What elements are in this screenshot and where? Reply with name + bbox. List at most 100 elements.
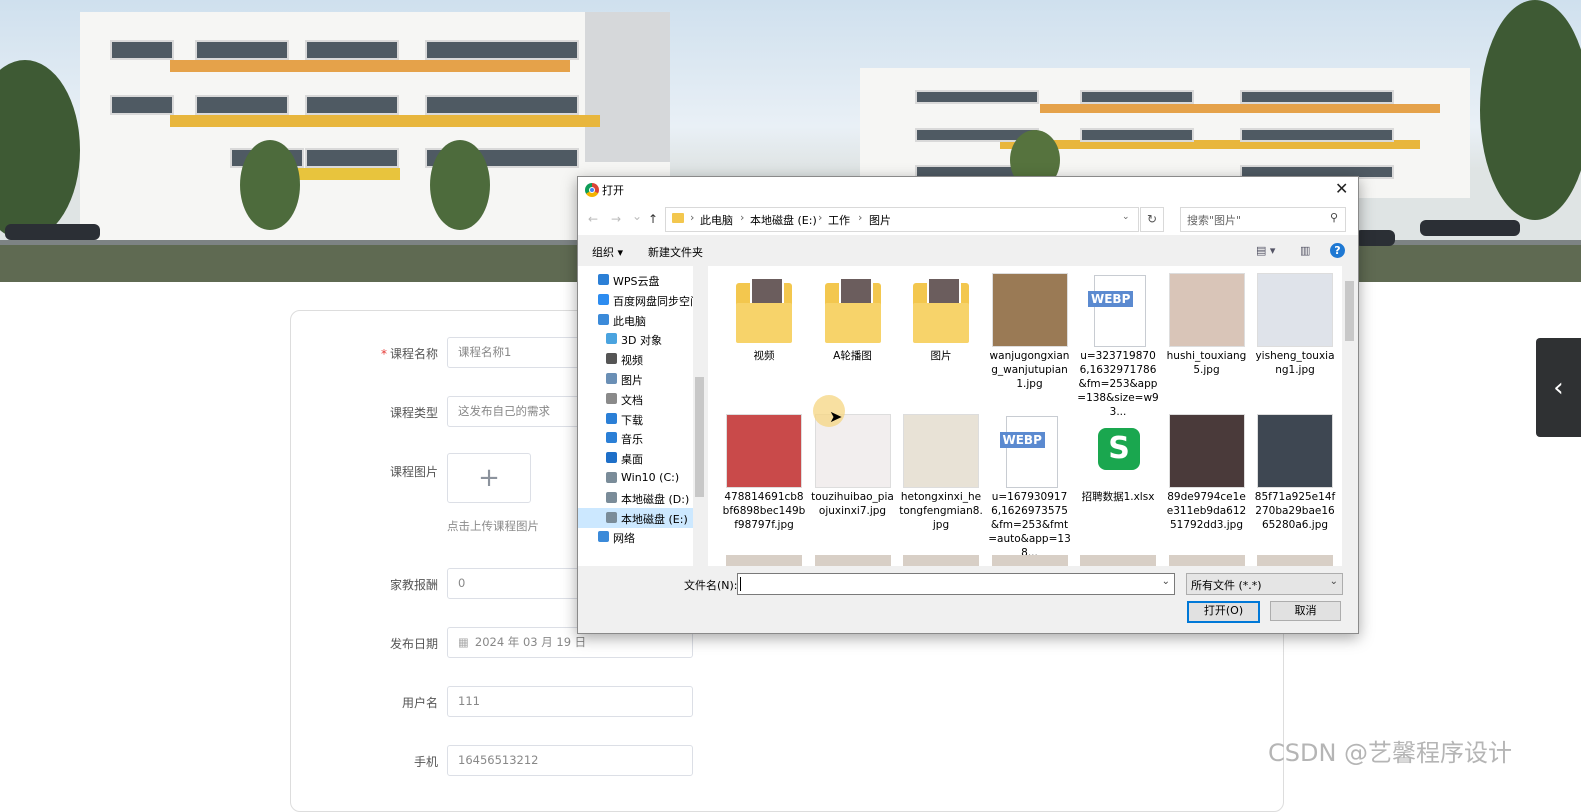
tree-item-label: 3D 对象 — [621, 334, 662, 348]
back-arrow-icon[interactable]: ← — [588, 212, 598, 226]
folder-icon — [903, 273, 979, 347]
preview-pane-icon[interactable]: ▥ — [1300, 244, 1310, 257]
cancel-button[interactable]: 取消 — [1270, 601, 1341, 621]
new-folder-button[interactable]: 新建文件夹 — [648, 244, 703, 260]
course-name-label: * 课程名称 — [380, 347, 438, 361]
video-icon — [606, 353, 617, 365]
webp-file-icon: WEBP — [992, 414, 1068, 488]
tree-item[interactable]: Win10 (C:) — [578, 468, 706, 488]
phone-input[interactable]: 16456513212 — [447, 745, 693, 776]
chevron-down-icon: ⌄ — [1329, 576, 1338, 587]
tree-item[interactable]: 百度网盘同步空间 — [578, 290, 706, 310]
tree-item[interactable]: 桌面 — [578, 448, 706, 468]
file-name: wanjugongxiang_wanjutupian1.jpg — [989, 350, 1070, 390]
image-thumbnail[interactable] — [726, 555, 802, 566]
filename-input[interactable]: ⌄ — [737, 573, 1175, 595]
image-thumbnail[interactable] — [991, 555, 1068, 566]
side-collapse-tab[interactable]: ‹ — [1536, 338, 1581, 437]
chevron-down-icon[interactable]: ⌄ — [1162, 576, 1170, 587]
file-name: 85f71a925e14f270ba29bae1665280a6.jpg — [1254, 491, 1336, 531]
organize-button[interactable]: 组织 ▾ — [592, 244, 623, 260]
tree-item[interactable]: 3D 对象 — [578, 329, 706, 349]
breadcrumb-work[interactable]: 工作 — [828, 212, 850, 228]
cube-icon — [606, 333, 617, 345]
close-icon[interactable]: ✕ — [1335, 179, 1348, 198]
publish-date-label: 发布日期 — [389, 637, 438, 651]
tree-item-label: 文档 — [621, 393, 643, 407]
forward-arrow-icon[interactable]: → — [611, 212, 621, 226]
tutor-pay-label: 家教报酬 — [389, 578, 438, 592]
tree-item-label: 百度网盘同步空间 — [613, 294, 701, 308]
file-name: yisheng_touxiang1.jpg — [1255, 350, 1335, 376]
image-thumbnail[interactable] — [1168, 555, 1245, 566]
search-icon: ⚲ — [1330, 211, 1339, 224]
tree-item[interactable]: 本地磁盘 (E:) — [578, 507, 706, 528]
filename-label: 文件名(N): — [684, 579, 738, 592]
tree-item-label: 桌面 — [621, 453, 643, 467]
cloud-icon — [598, 274, 609, 285]
tree-item[interactable]: WPS云盘 — [578, 270, 706, 290]
calendar-icon: ▦ — [458, 635, 469, 649]
tree-item[interactable]: 视频 — [578, 349, 706, 369]
file-name: 视频 — [753, 350, 775, 362]
file-name: 招聘数据1.xlsx — [1081, 491, 1155, 503]
tree-item-label: 本地磁盘 (E:) — [621, 512, 688, 526]
tree-item[interactable]: 下载 — [578, 409, 706, 429]
drive-icon — [606, 511, 617, 523]
chrome-icon — [585, 183, 599, 197]
open-button[interactable]: 打开(O) — [1187, 601, 1260, 623]
tree-item[interactable]: 本地磁盘 (D:) — [578, 488, 706, 508]
tree-item[interactable]: 文档 — [578, 389, 706, 409]
tree-item[interactable]: 音乐 — [578, 428, 706, 448]
breadcrumb-this-pc[interactable]: 此电脑 — [700, 212, 733, 228]
plus-icon: + — [478, 463, 500, 493]
computer-icon — [598, 313, 609, 325]
breadcrumb-drive-e[interactable]: 本地磁盘 (E:) — [750, 212, 817, 228]
filetype-select[interactable]: 所有文件 (*.*) ⌄ — [1186, 573, 1343, 595]
tree-item-label: 图片 — [621, 374, 643, 387]
up-arrow-icon[interactable]: ↑ — [648, 212, 658, 226]
desktop-icon — [606, 452, 617, 464]
nav-scrollbar-thumb[interactable] — [695, 377, 704, 497]
chevron-left-icon: ‹ — [1553, 372, 1564, 403]
image-thumbnail — [1257, 414, 1333, 488]
dialog-navbar: ← → ⌄ ↑ › 此电脑 › 本地磁盘 (E:) › 工作 › 图片 ⌄ ↻ … — [578, 203, 1358, 235]
refresh-icon: ↻ — [1146, 212, 1158, 226]
file-name: A轮播图 — [833, 350, 872, 362]
baidu-netdisk-icon — [598, 293, 609, 305]
dialog-footer: 文件名(N): ⌄ 所有文件 (*.*) ⌄ 打开(O) 取消 — [578, 567, 1358, 633]
dialog-title: 打开 — [602, 184, 624, 197]
download-icon — [606, 412, 617, 424]
dialog-titlebar: 打开 ✕ — [578, 177, 1358, 203]
csdn-watermark: CSDN @艺馨程序设计 — [1268, 739, 1513, 767]
tree-item[interactable]: 此电脑 — [578, 310, 706, 330]
image-upload-button[interactable]: + — [447, 453, 531, 503]
address-bar[interactable]: › 此电脑 › 本地磁盘 (E:) › 工作 › 图片 ⌄ — [665, 207, 1139, 232]
file-grid: 视频 A轮播图 图片 wanjugongxiang_wanjutupian1.jpg W… — [708, 266, 1342, 566]
image-thumbnail[interactable] — [814, 555, 891, 566]
recent-locations-icon[interactable]: ⌄ — [632, 209, 642, 223]
tree-item-label: 音乐 — [621, 433, 643, 447]
tree-item[interactable]: 图片 — [578, 369, 706, 389]
music-icon — [606, 432, 617, 444]
file-name: hushi_touxiang5.jpg — [1166, 350, 1247, 376]
tree-item[interactable]: 网络 — [578, 527, 706, 547]
username-label: 用户名 — [401, 696, 438, 710]
image-thumbnail — [1168, 414, 1245, 488]
folder-icon — [815, 273, 891, 347]
image-thumbnail[interactable] — [1257, 555, 1333, 566]
chevron-down-icon[interactable]: ⌄ — [1122, 212, 1130, 222]
search-input[interactable]: 搜索"图片" ⚲ — [1180, 207, 1346, 232]
mouse-pointer-icon: ➤ — [829, 407, 843, 426]
file-name: u=3237198706,1632971786&fm=253&app=138&s… — [1077, 350, 1159, 418]
image-thumbnail[interactable] — [1080, 555, 1156, 566]
tree-item-label: 视频 — [621, 354, 643, 368]
files-scrollbar-thumb[interactable] — [1345, 281, 1354, 341]
phone-label: 手机 — [413, 755, 438, 769]
image-thumbnail[interactable] — [903, 555, 979, 566]
help-icon[interactable]: ? — [1330, 243, 1345, 258]
username-input[interactable]: 111 — [447, 686, 693, 717]
breadcrumb-pictures[interactable]: 图片 — [869, 212, 891, 228]
view-options-icon[interactable]: ▤ ▾ — [1256, 244, 1275, 257]
refresh-button[interactable]: ↻ — [1140, 207, 1164, 232]
